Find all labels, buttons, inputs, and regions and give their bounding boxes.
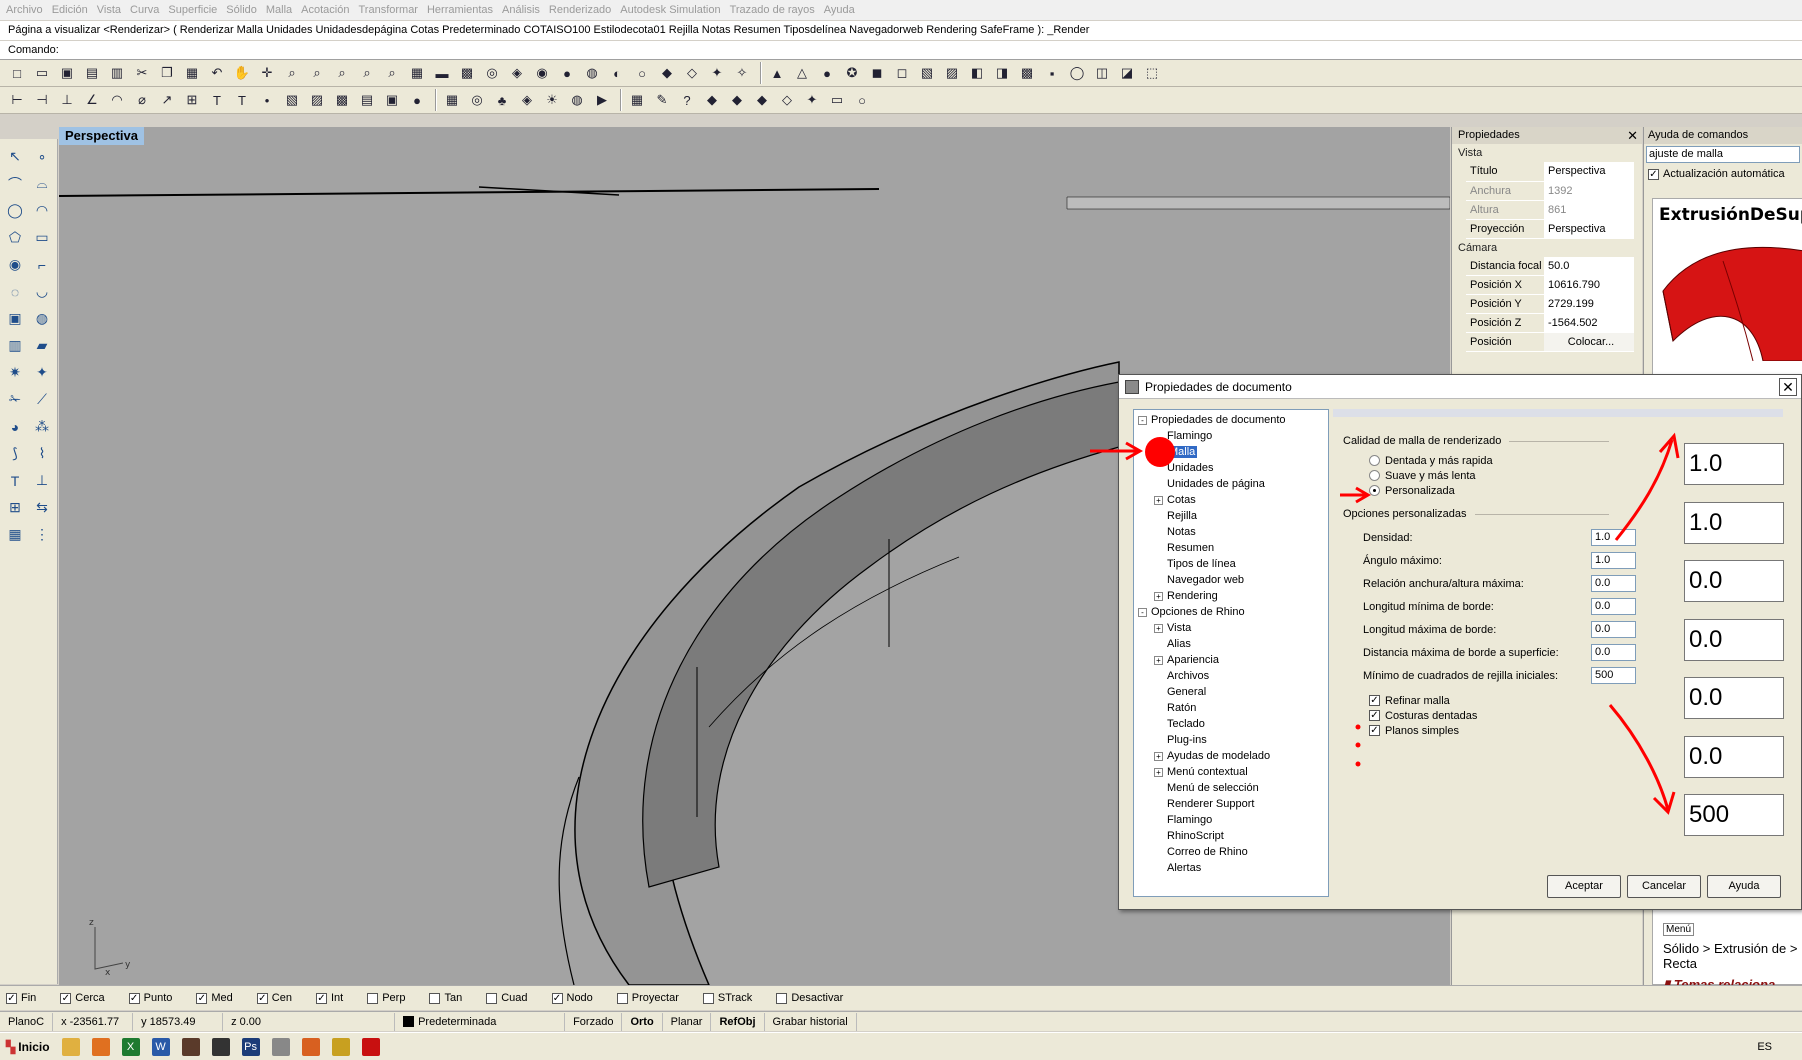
- status-toggle[interactable]: RefObj: [711, 1012, 765, 1031]
- osnap-option[interactable]: ✓ Med: [196, 992, 233, 1004]
- checkbox[interactable]: ✓: [128, 992, 140, 1004]
- start-label: Inicio: [18, 1039, 50, 1054]
- osnap-option[interactable]: ✓ Int: [315, 992, 344, 1004]
- calculator-icon[interactable]: [181, 1037, 200, 1056]
- windows-logo-icon: ▚: [6, 1039, 16, 1054]
- osnap-label: Fin: [21, 992, 37, 1004]
- osnap-label: Punto: [143, 992, 173, 1004]
- osnap-label: Perp: [382, 992, 406, 1004]
- osnap-label: Cen: [271, 992, 292, 1004]
- layer-color-swatch: [403, 1016, 415, 1027]
- osnap-option[interactable]: ✓ Cerca: [60, 992, 105, 1004]
- chat-icon[interactable]: [331, 1037, 350, 1056]
- excel-icon[interactable]: X: [121, 1037, 140, 1056]
- checkbox[interactable]: [776, 992, 788, 1004]
- status-toggle[interactable]: Planar: [663, 1012, 712, 1031]
- status-toggle[interactable]: Orto: [622, 1012, 663, 1031]
- coord-z: z 0.00: [223, 1012, 396, 1031]
- osnap-label: Int: [330, 992, 344, 1004]
- checkbox[interactable]: ✓: [6, 992, 17, 1004]
- start-button[interactable]: ▚ Inicio: [0, 1040, 56, 1054]
- word-icon[interactable]: W: [151, 1037, 170, 1056]
- osnap-label: Nodo: [566, 992, 593, 1004]
- cplane-label: PlanoC: [0, 1012, 54, 1031]
- photoshop-icon[interactable]: Ps: [241, 1037, 260, 1056]
- acrobat-icon[interactable]: [361, 1037, 380, 1056]
- tutorial-annotations: [1090, 432, 1680, 815]
- osnap-label: Cerca: [75, 992, 105, 1004]
- checkbox[interactable]: ✓: [551, 992, 563, 1004]
- osnap-option[interactable]: Tan: [429, 992, 462, 1004]
- checkbox[interactable]: ✓: [60, 992, 72, 1004]
- explorer-icon[interactable]: [61, 1037, 80, 1056]
- checkbox[interactable]: [486, 992, 498, 1004]
- layer-selector[interactable]: Predeterminada: [395, 1012, 566, 1031]
- status-toggle[interactable]: Grabar historial: [765, 1012, 857, 1031]
- osnap-label: STrack: [717, 992, 753, 1004]
- osnap-option[interactable]: STrack: [702, 992, 753, 1004]
- checkbox[interactable]: ✓: [315, 992, 327, 1004]
- checkbox[interactable]: [367, 992, 379, 1004]
- osnap-bar: ✓ Fin ✓ Cerca ✓ Punto ✓ Med ✓ Cen ✓ Int Perp Tan Cuad ✓…: [0, 985, 1802, 1010]
- rhino-icon[interactable]: [211, 1037, 230, 1056]
- coord-x: x -23561.77: [53, 1012, 134, 1031]
- language-indicator[interactable]: ES: [1757, 1041, 1772, 1053]
- osnap-option[interactable]: ✓ Cen: [256, 992, 292, 1004]
- checkbox[interactable]: [702, 992, 714, 1004]
- osnap-option[interactable]: Perp: [367, 992, 405, 1004]
- checkbox[interactable]: [616, 992, 628, 1004]
- osnap-option[interactable]: ✓ Fin: [6, 992, 36, 1004]
- osnap-label: Desactivar: [791, 992, 844, 1004]
- status-bar: PlanoC x -23561.77 y 18573.49 z 0.00 Pre…: [0, 1011, 1802, 1031]
- firefox-icon[interactable]: [301, 1037, 320, 1056]
- osnap-label: Med: [211, 992, 233, 1004]
- checkbox[interactable]: [429, 992, 441, 1004]
- status-toggle[interactable]: Forzado: [565, 1012, 623, 1031]
- osnap-label: Proyectar: [631, 992, 679, 1004]
- osnap-option[interactable]: Cuad: [486, 992, 528, 1004]
- checkbox[interactable]: ✓: [256, 992, 268, 1004]
- taskbar: ▚ Inicio X W Ps ES: [0, 1032, 1802, 1060]
- osnap-option[interactable]: ✓ Punto: [128, 992, 173, 1004]
- osnap-option[interactable]: Proyectar: [616, 992, 679, 1004]
- coord-y: y 18573.49: [133, 1012, 224, 1031]
- media-player-icon[interactable]: [91, 1037, 110, 1056]
- osnap-option[interactable]: Desactivar: [776, 992, 843, 1004]
- app-icon[interactable]: [271, 1037, 290, 1056]
- osnap-label: Cuad: [501, 992, 528, 1004]
- layer-name: Predeterminada: [418, 1015, 497, 1028]
- osnap-option[interactable]: ✓ Nodo: [551, 992, 593, 1004]
- checkbox[interactable]: ✓: [196, 992, 208, 1004]
- osnap-label: Tan: [444, 992, 463, 1004]
- mode-toggles: Forzado Orto Planar RefObj Grabar historial: [565, 1012, 857, 1031]
